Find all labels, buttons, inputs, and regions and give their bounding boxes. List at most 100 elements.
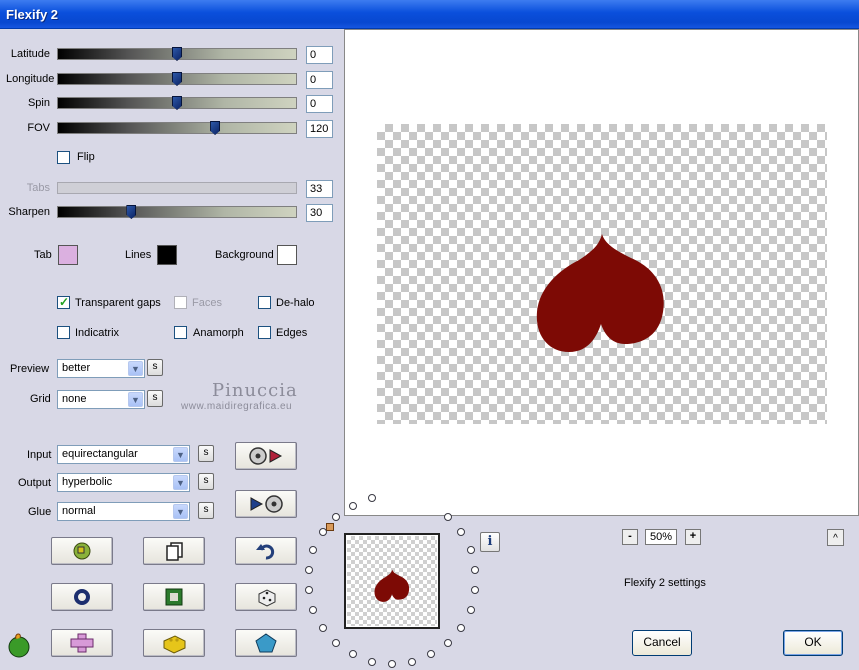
tabs-input: 33 [306, 180, 333, 198]
latitude-input[interactable]: 0 [306, 46, 333, 64]
preview-image [377, 124, 827, 424]
save-preset-button[interactable] [235, 490, 297, 518]
flip-checkbox[interactable] [57, 151, 70, 164]
undo-button[interactable] [235, 537, 297, 565]
heart-path [536, 234, 664, 352]
longitude-slider-thumb[interactable] [172, 72, 182, 86]
output-projection-value: hyperbolic [62, 476, 113, 488]
input-projection-label: Input [27, 449, 52, 461]
navigator-dot[interactable] [348, 650, 357, 659]
block-tool-button[interactable] [143, 629, 205, 657]
window-title: Flexify 2 [6, 7, 59, 22]
navigator-handle[interactable] [326, 523, 334, 531]
cross-tool-button[interactable] [51, 629, 113, 657]
anamorph-checkbox[interactable] [174, 326, 187, 339]
navigator-dot[interactable] [332, 513, 341, 522]
longitude-slider[interactable] [57, 72, 297, 86]
navigator-dot[interactable] [471, 586, 480, 595]
navigator-dot[interactable] [309, 546, 318, 555]
zoom-out-button[interactable]: - [622, 529, 638, 545]
background-color-swatch[interactable] [277, 245, 297, 265]
glue-select[interactable]: normal ▼ [57, 502, 190, 521]
fov-input[interactable]: 120 [306, 120, 333, 138]
preview-save-button[interactable]: s [147, 359, 163, 376]
info-button[interactable]: i [480, 532, 500, 552]
grid-select[interactable]: none ▼ [57, 390, 145, 409]
tabs-label: Tabs [26, 182, 50, 194]
preview-quality-value: better [62, 362, 91, 374]
tab-color-swatch[interactable] [58, 245, 78, 265]
navigator-dot[interactable] [318, 623, 327, 632]
indicatrix-checkbox[interactable] [57, 326, 70, 339]
sharpen-slider-thumb[interactable] [126, 205, 137, 219]
chevron-down-icon[interactable]: ▼ [128, 392, 143, 407]
preview-canvas[interactable] [344, 29, 859, 516]
longitude-input[interactable]: 0 [306, 71, 333, 89]
chevron-down-icon[interactable]: ▼ [173, 447, 188, 462]
pentagon-gem-icon [255, 633, 277, 653]
input-projection-select[interactable]: equirectangular ▼ [57, 445, 190, 464]
navigator-dot[interactable] [427, 650, 436, 659]
randomize-gradient-button[interactable] [51, 537, 113, 565]
collapse-button[interactable]: ^ [827, 529, 844, 546]
zoom-in-button[interactable]: + [685, 529, 701, 545]
fov-slider[interactable] [57, 121, 297, 135]
preview-quality-select[interactable]: better ▼ [57, 359, 145, 378]
de-halo-checkbox[interactable] [258, 296, 271, 309]
lines-color-swatch[interactable] [157, 245, 177, 265]
cancel-button[interactable]: Cancel [632, 630, 692, 656]
spin-slider[interactable] [57, 96, 297, 110]
latitude-label: Latitude [10, 48, 50, 60]
navigator-dot[interactable] [471, 565, 480, 574]
navigator-dot[interactable] [332, 638, 341, 647]
latitude-slider[interactable] [57, 47, 297, 61]
navigator-dot[interactable] [457, 528, 466, 537]
navigator-dot[interactable] [466, 546, 475, 555]
navigator-dot[interactable] [367, 657, 376, 666]
navigator-dot[interactable] [443, 638, 452, 647]
pink-cross-icon [70, 633, 94, 653]
navigator-dot[interactable] [304, 586, 313, 595]
grid-value: none [62, 393, 87, 405]
frame-tool-button[interactable] [143, 583, 205, 611]
thumbnail-heart [374, 569, 410, 602]
faces-checkbox [174, 296, 187, 309]
circle-tool-button[interactable] [51, 583, 113, 611]
lines-color-label: Lines [125, 249, 152, 261]
fov-slider-thumb[interactable] [210, 121, 221, 135]
chevron-down-icon[interactable]: ▼ [173, 475, 188, 490]
chevron-down-icon[interactable]: ▼ [128, 361, 143, 376]
navigator-dot[interactable] [457, 623, 466, 632]
input-save-button[interactable]: s [198, 445, 214, 462]
sharpen-slider[interactable] [57, 205, 297, 219]
polyhedron-tool-button[interactable] [235, 629, 297, 657]
navigator-dot[interactable] [466, 605, 475, 614]
navigator-dot[interactable] [348, 501, 357, 510]
navigator-dot[interactable] [304, 565, 313, 574]
output-save-button[interactable]: s [198, 473, 214, 490]
glue-save-button[interactable]: s [198, 502, 214, 519]
sharpen-input[interactable]: 30 [306, 204, 333, 222]
navigator-dot[interactable] [309, 605, 318, 614]
spin-input[interactable]: 0 [306, 95, 333, 113]
title-bar[interactable]: Flexify 2 [0, 0, 859, 29]
navigator-dot[interactable] [318, 528, 327, 537]
navigator-dot[interactable] [388, 660, 396, 668]
chevron-down-icon[interactable]: ▼ [173, 504, 188, 519]
indicatrix-label: Indicatrix [75, 327, 120, 339]
load-preset-button[interactable] [235, 442, 297, 470]
copy-button[interactable] [143, 537, 205, 565]
random-button[interactable] [235, 583, 297, 611]
transparent-gaps-checkbox[interactable]: ✓ [57, 295, 70, 309]
navigator-dot[interactable] [408, 657, 417, 666]
latitude-slider-thumb[interactable] [172, 47, 182, 61]
navigator-dot[interactable] [443, 513, 452, 522]
ok-button[interactable]: OK [783, 630, 843, 656]
spin-slider-thumb[interactable] [172, 96, 182, 110]
grid-save-button[interactable]: s [147, 390, 163, 407]
edges-checkbox[interactable] [258, 326, 271, 339]
output-projection-select[interactable]: hyperbolic ▼ [57, 473, 190, 492]
thumbnail-frame[interactable] [344, 533, 440, 629]
output-projection-label: Output [18, 477, 52, 489]
ring-icon [74, 589, 90, 605]
